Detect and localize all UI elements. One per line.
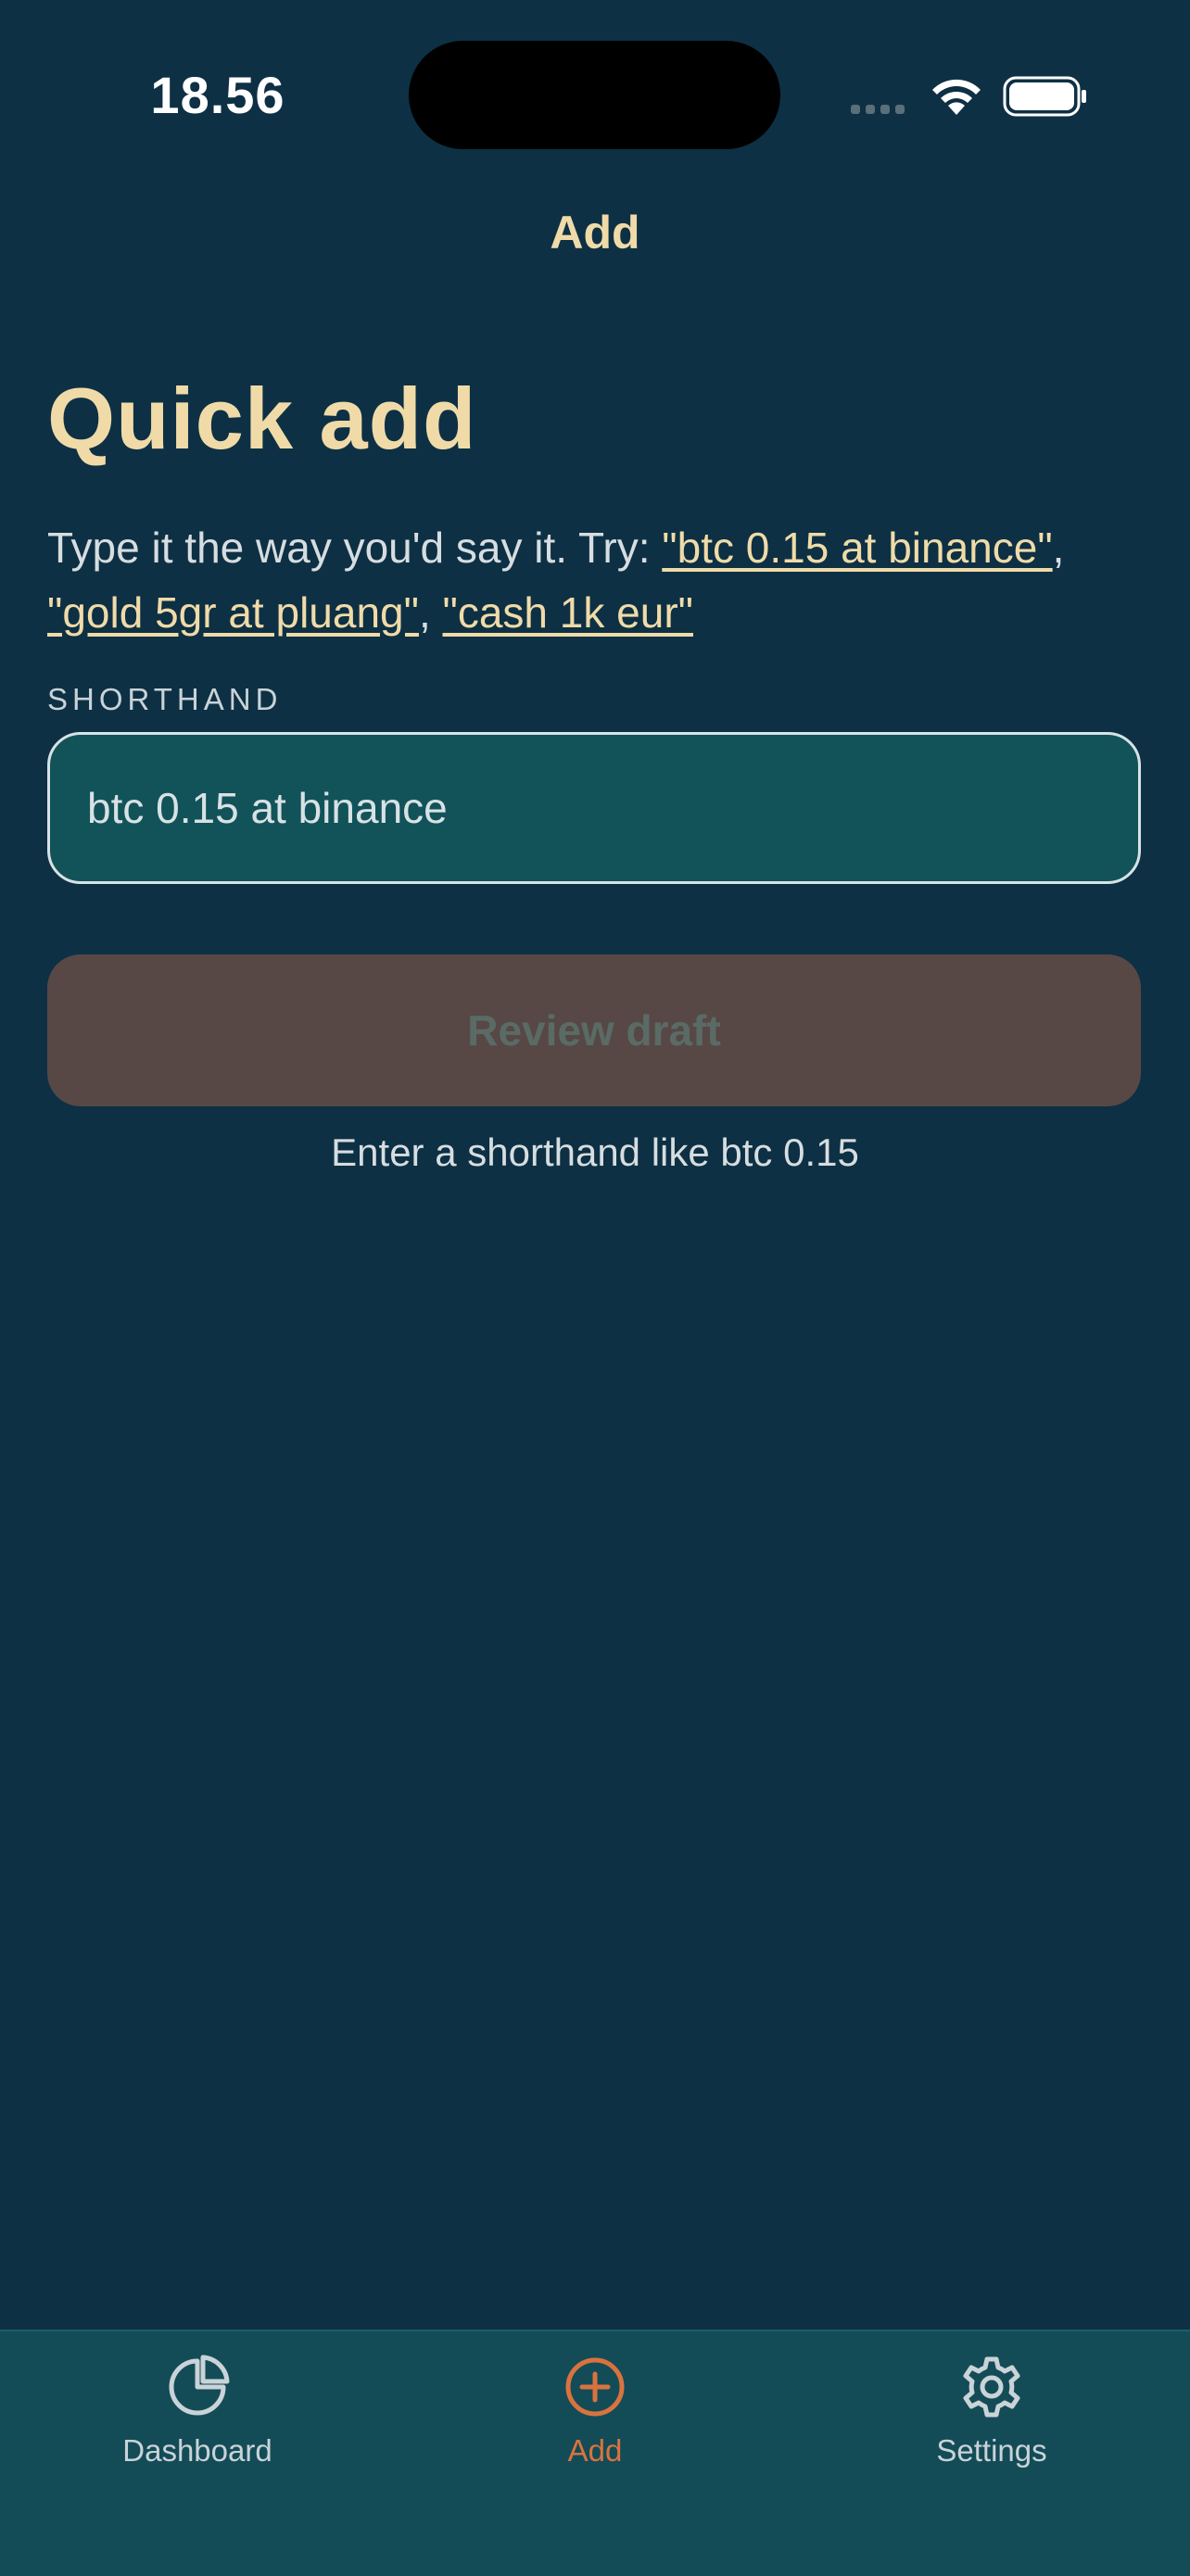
hint-separator: , <box>1052 524 1065 572</box>
tab-bar: Dashboard Add Settings <box>0 2330 1190 2576</box>
battery-icon <box>1003 76 1086 117</box>
example-link-cash[interactable]: "cash 1k eur" <box>443 588 693 637</box>
hint-text: Type it the way you'd say it. Try: "btc … <box>47 515 1150 645</box>
tab-settings[interactable]: Settings <box>853 2354 1131 2469</box>
shorthand-input[interactable] <box>47 732 1141 884</box>
tab-label: Add <box>567 2433 623 2468</box>
helper-text: Enter a shorthand like btc 0.15 <box>331 1130 859 1174</box>
tab-label: Dashboard <box>122 2433 272 2468</box>
hint-separator: , <box>418 588 443 637</box>
shorthand-label: SHORTHAND <box>47 682 283 716</box>
tab-label: Settings <box>936 2433 1047 2468</box>
status-bar: 18.56 <box>0 0 1190 185</box>
pie-chart-icon <box>169 2355 230 2416</box>
page-title: Quick add <box>47 370 477 467</box>
dynamic-island <box>409 41 780 149</box>
tab-add[interactable]: Add <box>456 2354 734 2469</box>
cellular-signal-icon <box>851 102 910 119</box>
plus-circle-icon <box>565 2357 625 2417</box>
wifi-icon <box>932 79 981 115</box>
example-link-btc[interactable]: "btc 0.15 at binance" <box>662 524 1052 572</box>
review-draft-button[interactable]: Review draft <box>47 954 1141 1106</box>
example-link-gold[interactable]: "gold 5gr at pluang" <box>47 588 419 637</box>
nav-title: Add <box>550 207 640 259</box>
tab-dashboard[interactable]: Dashboard <box>58 2354 336 2469</box>
status-time: 18.56 <box>150 66 285 124</box>
gear-icon <box>963 2356 1020 2418</box>
hint-prefix: Type it the way you'd say it. Try: <box>47 524 663 572</box>
